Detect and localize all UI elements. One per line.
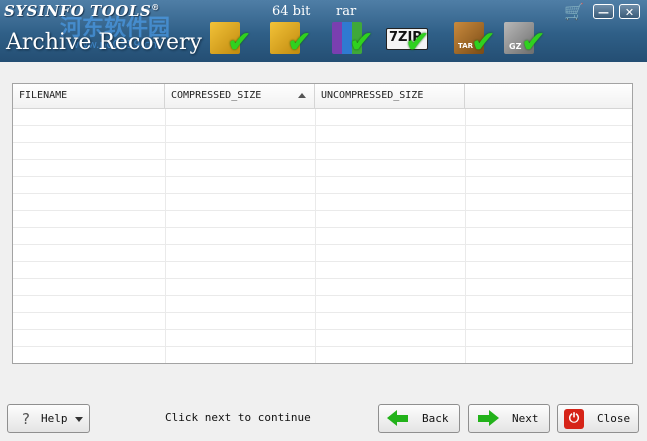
- close-label: Close: [597, 412, 631, 425]
- format-7zip-icon: 7ZIP ✔: [386, 18, 430, 58]
- column-header-uncompressed-size[interactable]: UNCOMPRESSED_SIZE: [315, 84, 465, 108]
- table-row: [13, 262, 632, 279]
- checkmark-icon: ✔: [520, 25, 546, 60]
- checkmark-icon: ✔: [348, 25, 374, 60]
- table-row: [13, 228, 632, 245]
- back-label: Back: [422, 412, 449, 425]
- format-rar-icon: ✔: [330, 18, 374, 58]
- table-row: [13, 313, 632, 330]
- close-button[interactable]: ⏻ Close: [557, 404, 639, 433]
- checkmark-icon: ✔: [404, 25, 430, 60]
- minimize-button[interactable]: —: [593, 4, 614, 19]
- sort-ascending-icon: [298, 93, 306, 98]
- table-row: [13, 279, 632, 296]
- table-row: [13, 211, 632, 228]
- table-row: [13, 160, 632, 177]
- format-gz-icon: GZ ✔: [502, 18, 546, 58]
- power-icon: ⏻: [564, 409, 584, 429]
- table-header: FILENAME COMPRESSED_SIZE UNCOMPRESSED_SI…: [13, 84, 632, 109]
- help-icon: ?: [22, 410, 30, 428]
- table-body: [13, 109, 632, 363]
- next-button[interactable]: Next: [468, 404, 550, 433]
- checkmark-icon: ✔: [226, 25, 252, 60]
- format-zip-icon: ✔: [208, 18, 252, 58]
- column-header-label: COMPRESSED_SIZE: [171, 90, 262, 101]
- format-rar-caption: rar: [336, 4, 357, 19]
- help-button[interactable]: ? Help: [7, 404, 90, 433]
- arrow-right-icon: [477, 410, 499, 426]
- table-row: [13, 330, 632, 347]
- arrow-left-icon: [387, 410, 409, 426]
- gz-tag: GZ: [509, 42, 522, 51]
- table-row: [13, 109, 632, 126]
- back-button[interactable]: Back: [378, 404, 460, 433]
- archive-file-table[interactable]: FILENAME COMPRESSED_SIZE UNCOMPRESSED_SI…: [12, 83, 633, 364]
- table-row: [13, 296, 632, 313]
- table-row: [13, 126, 632, 143]
- header-banner: SYSINFO TOOLS® 河东软件园 www.pc0359.cn Archi…: [0, 0, 647, 62]
- next-label: Next: [512, 412, 539, 425]
- format-64bit-caption: 64 bit: [272, 4, 311, 19]
- checkmark-icon: ✔: [286, 25, 312, 60]
- column-header-label: FILENAME: [19, 90, 68, 101]
- table-row: [13, 347, 632, 363]
- cart-icon[interactable]: 🛒: [563, 3, 585, 21]
- help-label: Help: [41, 412, 68, 425]
- column-header-compressed-size[interactable]: COMPRESSED_SIZE: [165, 84, 315, 108]
- checkmark-icon: ✔: [470, 25, 496, 60]
- column-header-filename[interactable]: FILENAME: [13, 84, 165, 108]
- format-zip64-icon: ✔: [268, 18, 312, 58]
- chevron-down-icon: [75, 417, 83, 422]
- status-message: Click next to continue: [165, 411, 311, 424]
- table-row: [13, 143, 632, 160]
- table-row: [13, 194, 632, 211]
- table-row: [13, 245, 632, 262]
- table-row: [13, 177, 632, 194]
- format-tar-icon: TAR ✔: [452, 18, 496, 58]
- column-header-label: UNCOMPRESSED_SIZE: [321, 90, 424, 101]
- close-window-button[interactable]: ✕: [619, 4, 640, 19]
- app-title: Archive Recovery: [6, 30, 202, 55]
